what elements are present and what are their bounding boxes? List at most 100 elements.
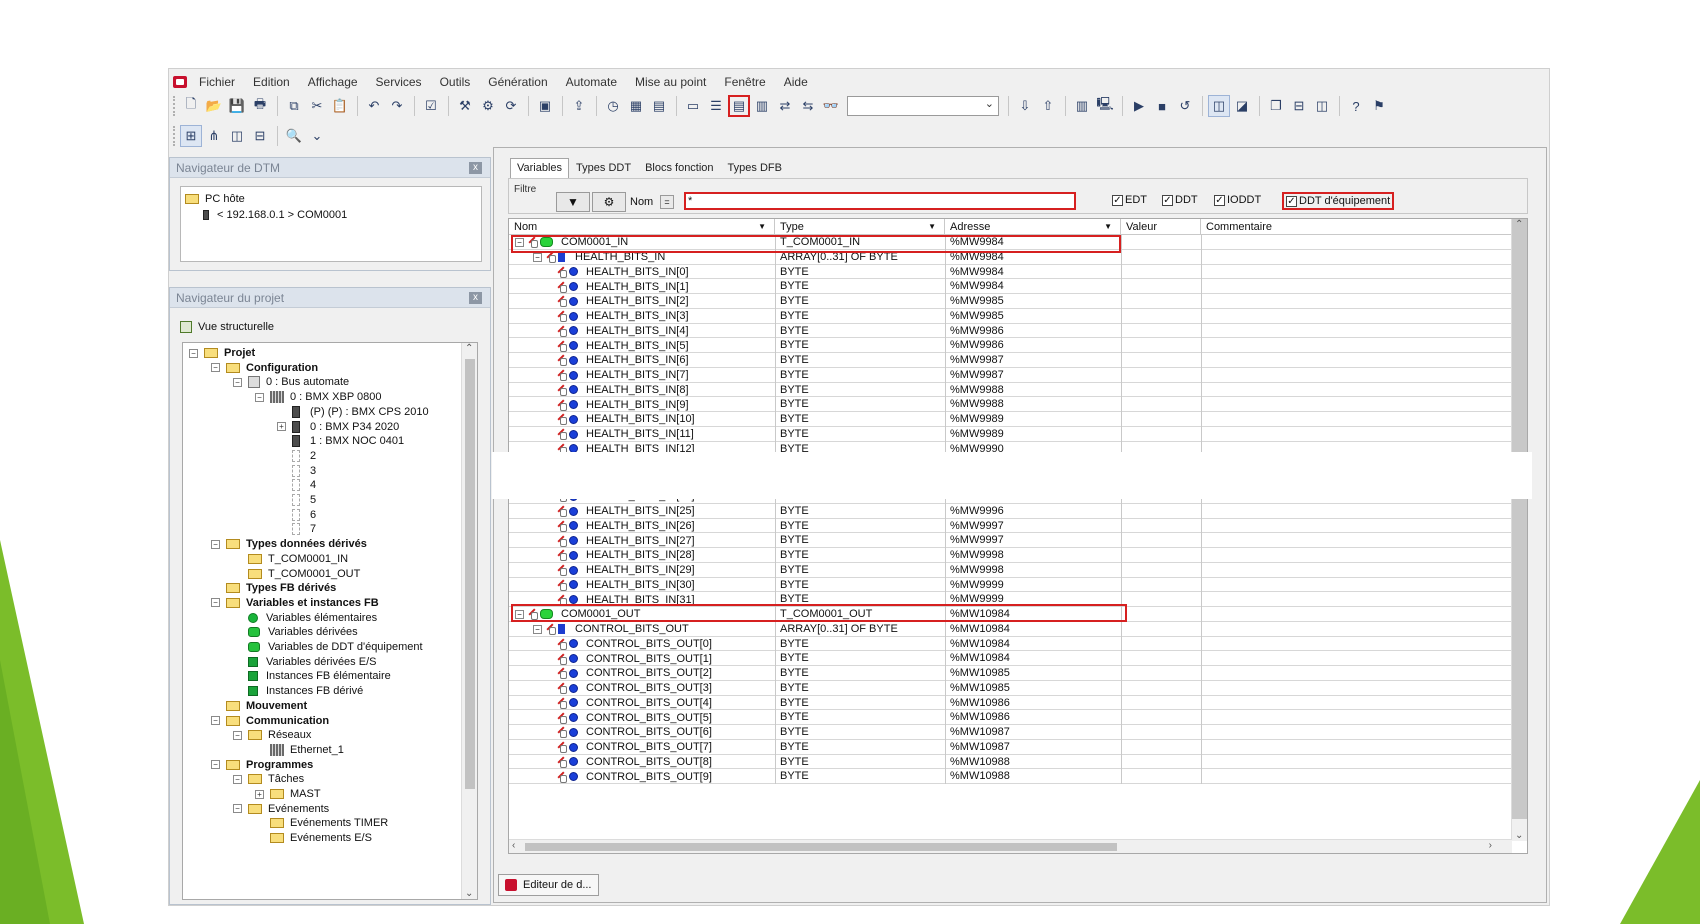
analyze-icon[interactable]: ⚒	[454, 95, 476, 117]
scroll-left-icon[interactable]: ‹	[512, 840, 515, 851]
project-tree-item[interactable]: − Communication	[211, 713, 329, 729]
chevron-down-icon[interactable]: ⌄	[306, 125, 328, 147]
table-row[interactable]: HEALTH_BITS_IN[28] BYTE %MW9998	[509, 548, 1512, 563]
variable-value[interactable]	[1121, 592, 1201, 607]
table-row[interactable]: HEALTH_BITS_IN[29] BYTE %MW9998	[509, 562, 1512, 578]
variable-comment[interactable]	[1201, 533, 1512, 548]
project-tree-scrollbar[interactable]: ⌃ ⌄	[461, 343, 477, 899]
variable-value[interactable]	[1121, 518, 1201, 534]
checkbox-edt[interactable]: ✓ EDT	[1112, 194, 1147, 206]
variable-comment[interactable]	[1201, 323, 1512, 339]
project-tree-item[interactable]: Variables de DDT d'équipement	[233, 639, 423, 655]
variable-value[interactable]	[1121, 533, 1201, 548]
toolbar-grip[interactable]	[173, 126, 176, 146]
variable-comment[interactable]	[1201, 695, 1512, 711]
collapse-icon[interactable]: −	[233, 377, 242, 387]
project-tree-item[interactable]: 7	[277, 521, 316, 537]
scroll-up-icon[interactable]: ⌃	[1515, 219, 1523, 230]
search-combo[interactable]	[847, 96, 999, 116]
variable-comment[interactable]	[1201, 754, 1512, 770]
table-row[interactable]: HEALTH_BITS_IN[3] BYTE %MW9985	[509, 308, 1512, 324]
variable-value[interactable]	[1121, 769, 1201, 784]
tab-variables[interactable]: Variables	[510, 158, 570, 178]
project-tree-item[interactable]: Mouvement	[211, 698, 307, 714]
menu-generation[interactable]: Génération	[486, 74, 549, 90]
variable-value[interactable]	[1121, 294, 1201, 309]
table-row[interactable]: CONTROL_BITS_OUT[2] BYTE %MW10985	[509, 666, 1512, 681]
table-row[interactable]: CONTROL_BITS_OUT[7] BYTE %MW10987	[509, 739, 1512, 755]
table-row[interactable]: CONTROL_BITS_OUT[1] BYTE %MW10984	[509, 651, 1512, 666]
variable-value[interactable]	[1121, 412, 1201, 427]
clock-icon[interactable]: ◷	[602, 95, 624, 117]
variable-value[interactable]	[1121, 382, 1201, 398]
run-icon[interactable]: ▶	[1128, 95, 1150, 117]
variable-comment[interactable]	[1201, 739, 1512, 755]
project-tree-item[interactable]: T_COM0001_IN	[233, 551, 348, 567]
name-filter-input[interactable]: *	[684, 192, 1076, 210]
column-header-adresse[interactable]: Adresse ▼	[945, 219, 1121, 235]
column-header-type[interactable]: Type ▼	[775, 219, 945, 235]
variable-comment[interactable]	[1201, 636, 1512, 652]
variable-value[interactable]	[1121, 636, 1201, 652]
project-tree-item[interactable]: Evénements TIMER	[255, 815, 388, 831]
variable-value[interactable]	[1121, 279, 1201, 294]
variable-value[interactable]	[1121, 426, 1201, 442]
project-tree-item[interactable]: Ethernet_1	[255, 742, 344, 758]
collapse-icon[interactable]: −	[533, 252, 542, 262]
variable-comment[interactable]	[1201, 338, 1512, 353]
variable-value[interactable]	[1121, 754, 1201, 770]
checkbox-ioddt[interactable]: ✓ IODDT	[1214, 194, 1261, 206]
variable-comment[interactable]	[1201, 279, 1512, 294]
collapse-icon[interactable]: −	[211, 598, 220, 608]
timeline-icon[interactable]: ▤	[648, 95, 670, 117]
project-tree-item[interactable]: 3	[277, 463, 316, 479]
variable-value[interactable]	[1121, 548, 1201, 563]
table-row[interactable]: HEALTH_BITS_IN[6] BYTE %MW9987	[509, 353, 1512, 368]
variable-value[interactable]	[1121, 577, 1201, 593]
table-row[interactable]: HEALTH_BITS_IN[10] BYTE %MW9989	[509, 412, 1512, 427]
table-row[interactable]: CONTROL_BITS_OUT[0] BYTE %MW10984	[509, 636, 1512, 652]
menu-automate[interactable]: Automate	[564, 74, 619, 90]
save-icon[interactable]: 💾	[226, 95, 248, 117]
menu-edition[interactable]: Edition	[251, 74, 292, 90]
variable-comment[interactable]	[1201, 249, 1512, 265]
variable-table-icon[interactable]: ▥	[751, 95, 773, 117]
variable-comment[interactable]	[1201, 621, 1512, 637]
table-row[interactable]: HEALTH_BITS_IN[8] BYTE %MW9988	[509, 382, 1512, 398]
validate-icon[interactable]: ☑	[420, 95, 442, 117]
structure-view-icon[interactable]: ☰	[705, 95, 727, 117]
table-row[interactable]: CONTROL_BITS_OUT[8] BYTE %MW10988	[509, 754, 1512, 770]
grid-horizontal-scrollbar[interactable]: ‹ ›	[509, 839, 1512, 853]
variable-comment[interactable]	[1201, 426, 1512, 442]
close-icon[interactable]: x	[469, 162, 482, 174]
variable-value[interactable]	[1121, 651, 1201, 666]
variable-value[interactable]	[1121, 725, 1201, 740]
table-row[interactable]: − CONTROL_BITS_OUT ARRAY[0..31] OF BYTE %MW…	[509, 621, 1512, 637]
scroll-down-icon[interactable]: ⌄	[465, 888, 473, 899]
variable-value[interactable]	[1121, 666, 1201, 681]
variable-comment[interactable]	[1201, 353, 1512, 368]
collapse-icon[interactable]: −	[189, 348, 198, 358]
variable-value[interactable]	[1121, 503, 1201, 519]
variable-value[interactable]	[1121, 235, 1201, 250]
editor-window-tab[interactable]: Editeur de d...	[498, 874, 599, 896]
tab-blocs-fonction[interactable]: Blocs fonction	[638, 158, 720, 178]
scroll-thumb[interactable]	[465, 359, 475, 789]
variable-value[interactable]	[1121, 621, 1201, 637]
project-tree-item[interactable]: + MAST	[255, 786, 321, 802]
variable-comment[interactable]	[1201, 548, 1512, 563]
replace-icon[interactable]: ⇄	[774, 95, 796, 117]
project-tree-item[interactable]: +0 : BMX P34 2020	[277, 419, 399, 435]
variable-comment[interactable]	[1201, 503, 1512, 519]
column-header-nom[interactable]: Nom ▼	[509, 219, 775, 235]
menu-outils[interactable]: Outils	[438, 74, 473, 90]
collapse-icon[interactable]: −	[233, 774, 242, 784]
new-file-icon[interactable]: 🗋	[180, 95, 202, 117]
table-row[interactable]: CONTROL_BITS_OUT[3] BYTE %MW10985	[509, 680, 1512, 696]
expand-icon[interactable]: +	[277, 422, 286, 431]
project-tree-item[interactable]: − Evénements	[233, 801, 329, 817]
collapse-icon[interactable]: −	[211, 363, 220, 373]
project-tree-item[interactable]: − Types données dérivés	[211, 536, 367, 552]
stop-icon[interactable]: ■	[1151, 95, 1173, 117]
tree-item-pc-host[interactable]: PC hôte	[185, 191, 245, 207]
